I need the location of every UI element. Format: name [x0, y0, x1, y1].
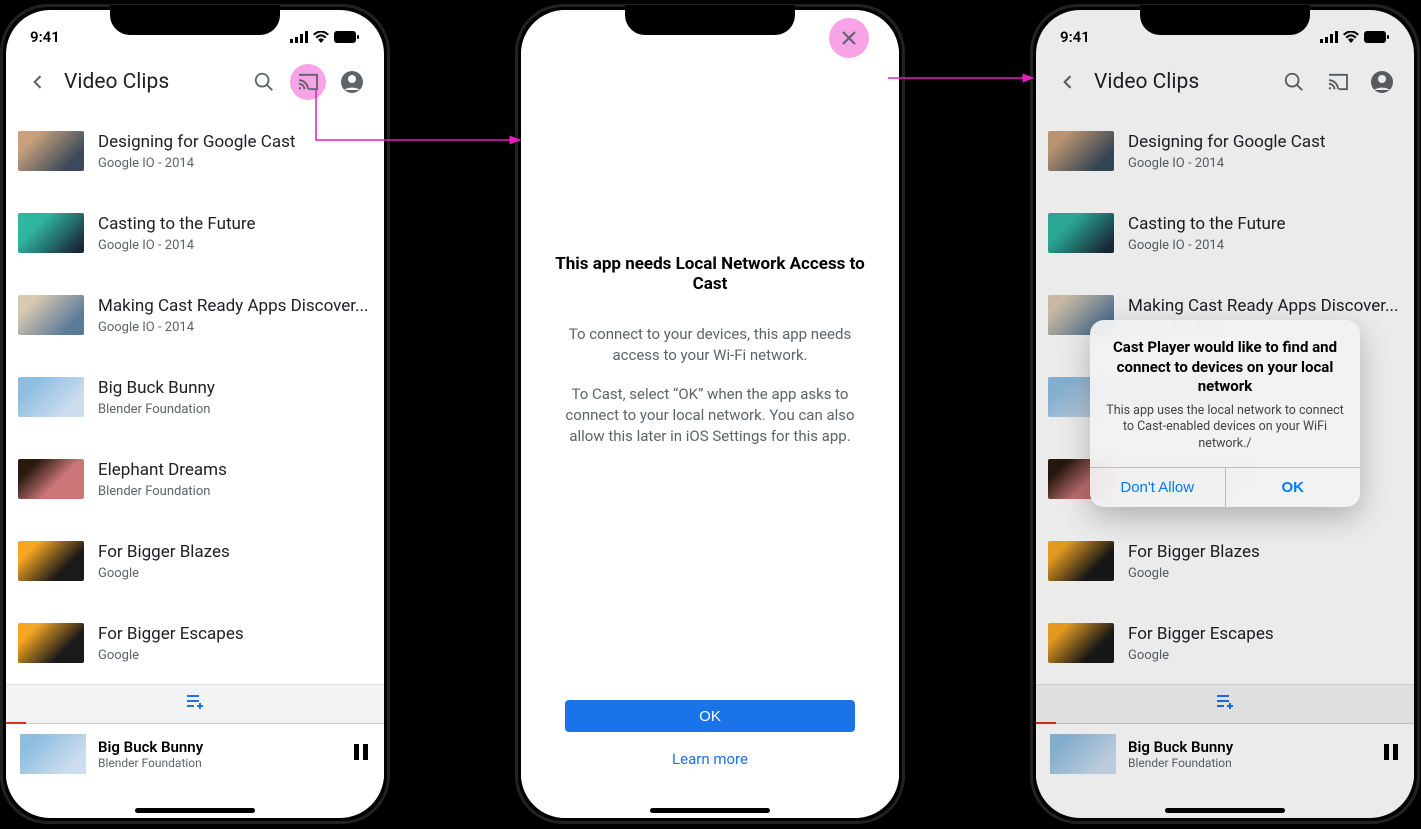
phone-screen-1: 9:41 Video Clips Designing for Google Ca…	[0, 4, 390, 824]
list-item-subtitle: Google	[98, 566, 372, 581]
alert-dont-allow-button[interactable]: Don't Allow	[1090, 468, 1225, 507]
mini-player-text: Big Buck Bunny Blender Foundation	[98, 738, 340, 770]
app-bar: Video Clips	[6, 54, 384, 110]
status-time: 9:41	[30, 28, 60, 46]
list-item[interactable]: Designing for Google Cast Google IO - 201…	[6, 110, 384, 192]
cellular-signal-icon	[290, 31, 308, 43]
thumbnail	[18, 295, 84, 335]
list-item-title: For Bigger Blazes	[98, 542, 372, 562]
alert-ok-button[interactable]: OK	[1225, 468, 1361, 507]
learn-more-link[interactable]: Learn more	[672, 750, 748, 768]
mini-player-subtitle: Blender Foundation	[98, 756, 340, 770]
local-network-interstitial: This app needs Local Network Access to C…	[521, 10, 899, 818]
list-item-title: For Bigger Escapes	[98, 624, 372, 644]
interstitial-paragraph: To Cast, select “OK” when the app asks t…	[551, 384, 869, 447]
pause-button[interactable]	[352, 742, 370, 766]
list-item-text: Designing for Google Cast Google IO - 201…	[98, 132, 372, 171]
queue-bar[interactable]	[6, 684, 384, 722]
interstitial-actions: OK Learn more	[551, 700, 869, 818]
thumbnail	[18, 541, 84, 581]
playlist-add-icon	[185, 694, 205, 714]
status-right	[290, 31, 360, 43]
list-item-text: For Bigger Escapes Google	[98, 624, 372, 663]
list-item-subtitle: Google IO - 2014	[98, 320, 372, 335]
mini-player[interactable]: Big Buck Bunny Blender Foundation	[6, 722, 384, 784]
interstitial-title: This app needs Local Network Access to C…	[551, 254, 869, 294]
list-item[interactable]: Big Buck Bunny Blender Foundation	[6, 356, 384, 438]
list-item-title: Designing for Google Cast	[98, 132, 372, 152]
screen: 9:41 Video Clips Designing for Google Ca…	[1036, 10, 1414, 818]
list-item-title: Elephant Dreams	[98, 460, 372, 480]
thumbnail	[18, 377, 84, 417]
interstitial-body: This app needs Local Network Access to C…	[551, 18, 869, 700]
video-list: Designing for Google Cast Google IO - 201…	[6, 110, 384, 684]
list-item-text: Making Cast Ready Apps Discover... Google…	[98, 296, 372, 335]
page-title: Video Clips	[64, 70, 238, 94]
list-item-subtitle: Google	[98, 648, 372, 663]
phone-screen-2: 9:41 This app needs Local Network Access…	[515, 4, 905, 824]
list-item-title: Making Cast Ready Apps Discover...	[98, 296, 372, 316]
notch	[1140, 5, 1310, 35]
list-item[interactable]: Casting to the Future Google IO - 2014	[6, 192, 384, 274]
thumbnail	[18, 131, 84, 171]
notch	[625, 5, 795, 35]
list-item-subtitle: Blender Foundation	[98, 484, 372, 499]
search-button[interactable]	[246, 64, 282, 100]
interstitial-ok-button[interactable]: OK	[565, 700, 855, 732]
screen: 9:41 This app needs Local Network Access…	[521, 10, 899, 818]
local-network-permission-alert: Cast Player would like to find and conne…	[1090, 320, 1360, 507]
screen: 9:41 Video Clips Designing for Google Ca…	[6, 10, 384, 818]
alert-buttons: Don't Allow OK	[1090, 467, 1360, 507]
wifi-icon	[313, 31, 329, 43]
list-item[interactable]: Elephant Dreams Blender Foundation	[6, 438, 384, 520]
battery-icon	[334, 31, 360, 43]
home-indicator[interactable]	[1165, 808, 1285, 813]
interstitial-paragraph: To connect to your devices, this app nee…	[551, 324, 869, 366]
list-item-subtitle: Google IO - 2014	[98, 156, 372, 171]
list-item-text: Elephant Dreams Blender Foundation	[98, 460, 372, 499]
list-item[interactable]: For Bigger Escapes Google	[6, 602, 384, 684]
back-button[interactable]	[20, 64, 56, 100]
thumbnail	[18, 623, 84, 663]
list-item-subtitle: Blender Foundation	[98, 402, 372, 417]
account-button[interactable]	[334, 64, 370, 100]
alert-title: Cast Player would like to find and conne…	[1106, 338, 1344, 397]
list-item-subtitle: Google IO - 2014	[98, 238, 372, 253]
list-item[interactable]: Making Cast Ready Apps Discover... Google…	[6, 274, 384, 356]
list-item-title: Casting to the Future	[98, 214, 372, 234]
thumbnail	[18, 459, 84, 499]
list-item-text: Casting to the Future Google IO - 2014	[98, 214, 372, 253]
notch	[110, 5, 280, 35]
list-item[interactable]: For Bigger Blazes Google	[6, 520, 384, 602]
phone-screen-3: 9:41 Video Clips Designing for Google Ca…	[1030, 4, 1420, 824]
thumbnail	[18, 213, 84, 253]
list-item-text: For Bigger Blazes Google	[98, 542, 372, 581]
home-indicator[interactable]	[135, 808, 255, 813]
home-indicator[interactable]	[650, 808, 770, 813]
cast-button[interactable]	[290, 64, 326, 100]
mini-player-title: Big Buck Bunny	[98, 738, 340, 756]
mini-player-thumbnail	[20, 734, 86, 774]
alert-body: Cast Player would like to find and conne…	[1090, 320, 1360, 467]
list-item-text: Big Buck Bunny Blender Foundation	[98, 378, 372, 417]
alert-message: This app uses the local network to conne…	[1106, 403, 1344, 454]
list-item-title: Big Buck Bunny	[98, 378, 372, 398]
